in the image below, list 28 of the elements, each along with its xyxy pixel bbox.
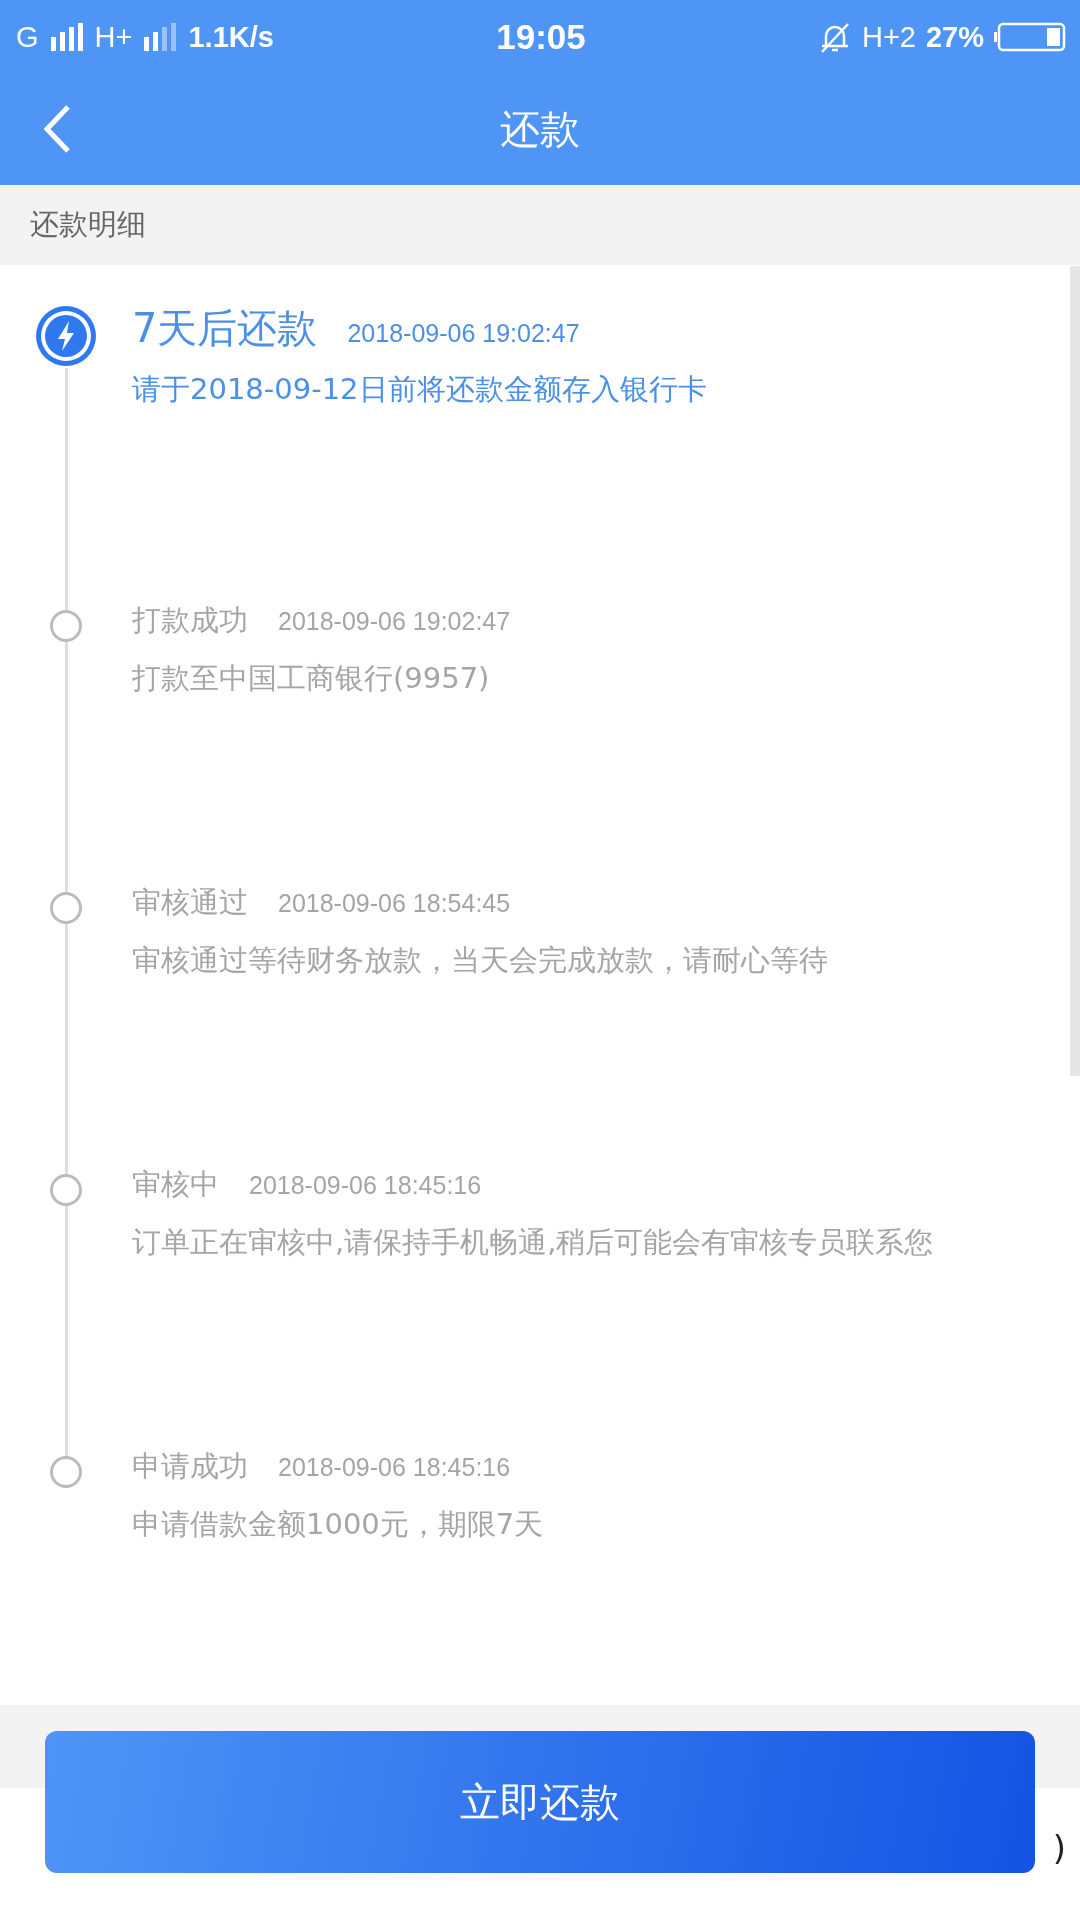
status-description: 审核通过等待财务放款，当天会完成放款，请耐心等待 [132, 942, 829, 979]
clock: 19:05 [496, 17, 586, 57]
status-time: 2018-09-06 19:02:47 [278, 607, 511, 636]
repay-button[interactable]: 立即还款 [45, 1731, 1035, 1873]
network-type: H+2 [861, 20, 916, 54]
status-title: 申请成功 [132, 1448, 248, 1485]
status-time: 2018-09-06 19:02:47 [347, 319, 580, 348]
status-title: 7天后还款 [132, 304, 318, 353]
status-description: 申请借款金额1000元，期限7天 [132, 1506, 545, 1543]
status-description: 打款至中国工商银行(9957) [132, 660, 491, 697]
status-title: 打款成功 [132, 602, 248, 639]
value-text: ) [1052, 1828, 1066, 1868]
status-time: 2018-09-06 18:45:16 [249, 1171, 482, 1200]
status-title: 审核中 [132, 1166, 219, 1203]
section-header: 还款明细 [0, 185, 1080, 265]
status-description: 请于2018-09-12日前将还款金额存入银行卡 [132, 371, 708, 408]
network-speed: 1.1K/s [188, 20, 274, 54]
status-description: 订单正在审核中,请保持手机畅通,稍后可能会有审核专员联系您 [132, 1224, 935, 1261]
status-time: 2018-09-06 18:54:45 [278, 889, 511, 918]
battery-icon [994, 22, 1066, 52]
page-title: 还款 [500, 105, 580, 154]
signal-icon [48, 23, 85, 51]
battery-percent: 27% [925, 20, 984, 54]
network-type: H+ [94, 20, 133, 54]
status-time: 2018-09-06 18:45:16 [278, 1453, 511, 1482]
network-type: G [16, 20, 39, 54]
signal-icon [142, 23, 179, 51]
status-title: 审核通过 [132, 884, 248, 921]
